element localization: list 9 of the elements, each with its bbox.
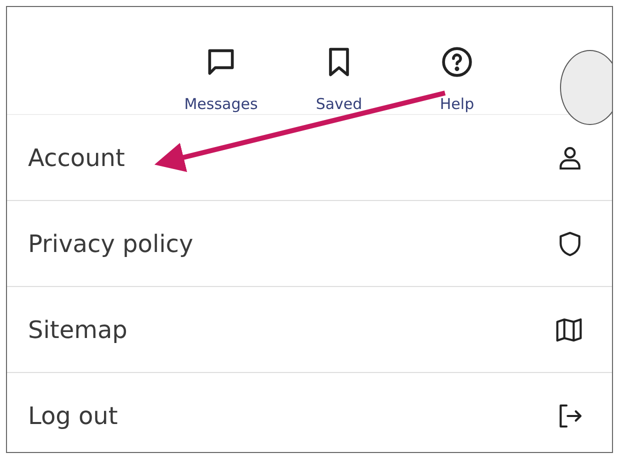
map-icon (554, 316, 584, 344)
menu-item[interactable]: Account (7, 115, 612, 200)
help-icon (440, 45, 474, 79)
menu-item[interactable]: Log out (7, 373, 612, 452)
nav-button[interactable]: Messages (184, 45, 258, 113)
nav-button[interactable]: Help (440, 45, 474, 113)
nav-button[interactable]: Saved (316, 45, 362, 113)
menu-item[interactable]: Sitemap (7, 287, 612, 372)
menu-item[interactable]: Privacy policy (7, 201, 612, 286)
